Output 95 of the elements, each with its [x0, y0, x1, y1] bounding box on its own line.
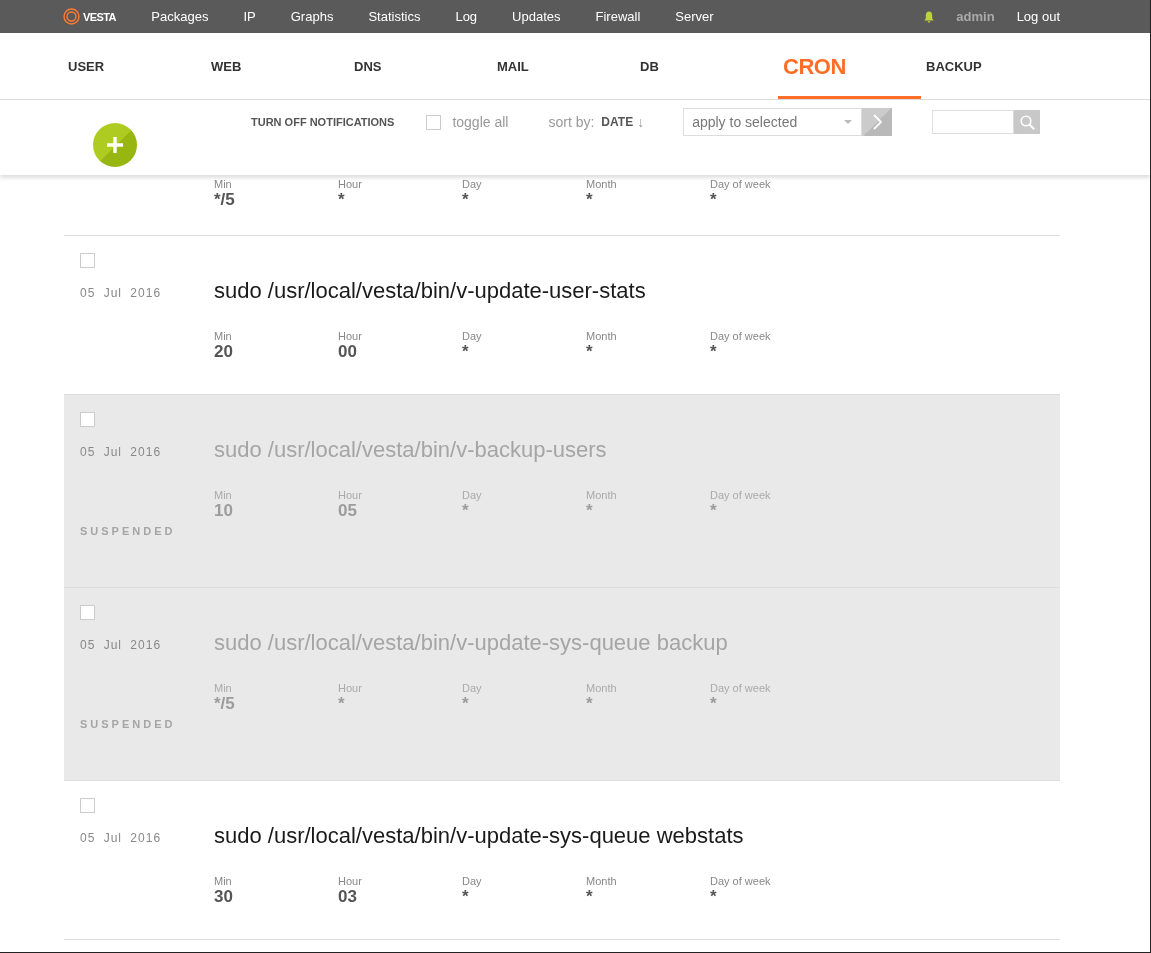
schedule-label: Day of week — [710, 178, 771, 191]
logo-link[interactable]: VESTA — [63, 8, 116, 25]
tab[interactable]: DB — [635, 33, 778, 99]
schedule-label: Min — [214, 489, 232, 502]
job-date: 05 Jul 2016 — [80, 446, 162, 458]
schedule-value: * — [462, 343, 469, 361]
schedule-label: Day of week — [710, 682, 771, 695]
command-text: sudo /usr/local/vesta/bin/v-backup-users — [214, 437, 608, 463]
schedule-label: Day — [462, 178, 482, 191]
job-date: 05 Jul 2016 — [80, 639, 162, 651]
schedule-value: */5 — [214, 191, 235, 209]
checkbox[interactable] — [426, 114, 442, 130]
job-date: 05 Jul 2016 — [80, 287, 162, 299]
checkbox[interactable] — [80, 253, 95, 268]
search-field[interactable] — [932, 110, 1015, 134]
search-icon — [1019, 114, 1035, 130]
schedule-value: 03 — [338, 888, 357, 906]
schedule-value: */5 — [214, 695, 235, 713]
checkbox[interactable] — [80, 798, 95, 813]
schedule-label: Month — [586, 489, 617, 502]
nav-link[interactable]: Firewall — [578, 9, 658, 24]
schedule-label: Hour — [338, 682, 362, 695]
schedule-label: Day — [462, 330, 482, 343]
schedule-label: Min — [214, 682, 232, 695]
schedule-value: * — [710, 502, 717, 520]
schedule-value: * — [462, 191, 469, 209]
logout-link[interactable]: Log out — [1016, 9, 1060, 24]
command-text: sudo /usr/local/vesta/bin/v-update-sys-queue webstats — [214, 823, 745, 849]
schedule-label: Day of week — [710, 875, 771, 888]
checkbox[interactable] — [80, 412, 95, 427]
command-text: sudo /usr/local/vesta/bin/v-update-sys-queue backup — [214, 630, 729, 656]
apply-button[interactable] — [862, 108, 893, 136]
schedule-value: * — [462, 888, 469, 906]
schedule-value: * — [462, 695, 469, 713]
schedule-value: * — [586, 343, 593, 361]
schedule-label: Month — [586, 330, 617, 343]
schedule-value: * — [710, 888, 717, 906]
schedule-value: * — [586, 502, 593, 520]
schedule-label: Month — [586, 682, 617, 695]
plus-icon — [107, 137, 123, 153]
action-select[interactable]: apply to selected — [683, 108, 863, 136]
schedule-value: 30 — [214, 888, 233, 906]
bell-icon[interactable] — [924, 10, 935, 23]
nav-link[interactable]: IP — [225, 9, 274, 24]
tab[interactable]: WEB — [206, 33, 349, 99]
schedule-value: * — [338, 695, 345, 713]
tab[interactable]: MAIL — [492, 33, 635, 99]
ring-logo-icon — [63, 8, 80, 25]
job-date: 05 Jul 2016 — [80, 832, 162, 844]
schedule-value: * — [710, 343, 717, 361]
schedule-label: Hour — [338, 178, 362, 191]
schedule-value: * — [586, 695, 593, 713]
nav-link[interactable]: Log — [437, 9, 495, 24]
status-label: SUSPENDED — [80, 718, 176, 730]
schedule-label: Hour — [338, 330, 362, 343]
schedule-value: 20 — [214, 343, 233, 361]
schedule-value: * — [586, 888, 593, 906]
schedule-label: Day of week — [710, 489, 771, 502]
schedule-label: Min — [214, 875, 232, 888]
nav-link[interactable]: Server — [657, 9, 732, 24]
checkbox[interactable] — [80, 605, 95, 620]
schedule-value: * — [586, 191, 593, 209]
schedule-value: 00 — [338, 343, 357, 361]
schedule-label: Min — [214, 178, 232, 191]
schedule-label: Hour — [338, 489, 362, 502]
schedule-label: Hour — [338, 875, 362, 888]
schedule-label: Month — [586, 875, 617, 888]
sort-button[interactable]: DATE ↓ — [601, 114, 645, 130]
nav-link[interactable]: Updates — [494, 9, 579, 24]
command-text: sudo /usr/local/vesta/bin/v-update-user-stats — [214, 278, 647, 304]
schedule-label: Day — [462, 489, 482, 502]
schedule-value: * — [710, 191, 717, 209]
nav-link[interactable]: Packages — [133, 9, 226, 24]
schedule-label: Min — [214, 330, 232, 343]
nav-link[interactable]: Graphs — [273, 9, 351, 24]
nav-link[interactable]: Statistics — [350, 9, 438, 24]
schedule-label: Month — [586, 178, 617, 191]
sort-label: sort by: — [548, 114, 595, 130]
caret-icon — [844, 120, 853, 124]
status-label: SUSPENDED — [80, 525, 176, 537]
schedule-label: Day of week — [710, 330, 771, 343]
schedule-value: * — [462, 502, 469, 520]
schedule-value: * — [710, 695, 717, 713]
add-button[interactable] — [93, 123, 137, 167]
schedule-value: 10 — [214, 502, 233, 520]
schedule-label: Day — [462, 875, 482, 888]
chevron-icon — [872, 114, 882, 130]
notifications-link[interactable]: TURN OFF NOTIFICATIONS — [251, 116, 395, 128]
tab[interactable]: USER — [63, 33, 206, 99]
schedule-value: 05 — [338, 502, 357, 520]
tab[interactable]: BACKUP — [921, 33, 1064, 99]
schedule-label: Day — [462, 682, 482, 695]
tab[interactable]: DNS — [349, 33, 492, 99]
search-button[interactable] — [1014, 110, 1041, 134]
schedule-value: * — [338, 191, 345, 209]
